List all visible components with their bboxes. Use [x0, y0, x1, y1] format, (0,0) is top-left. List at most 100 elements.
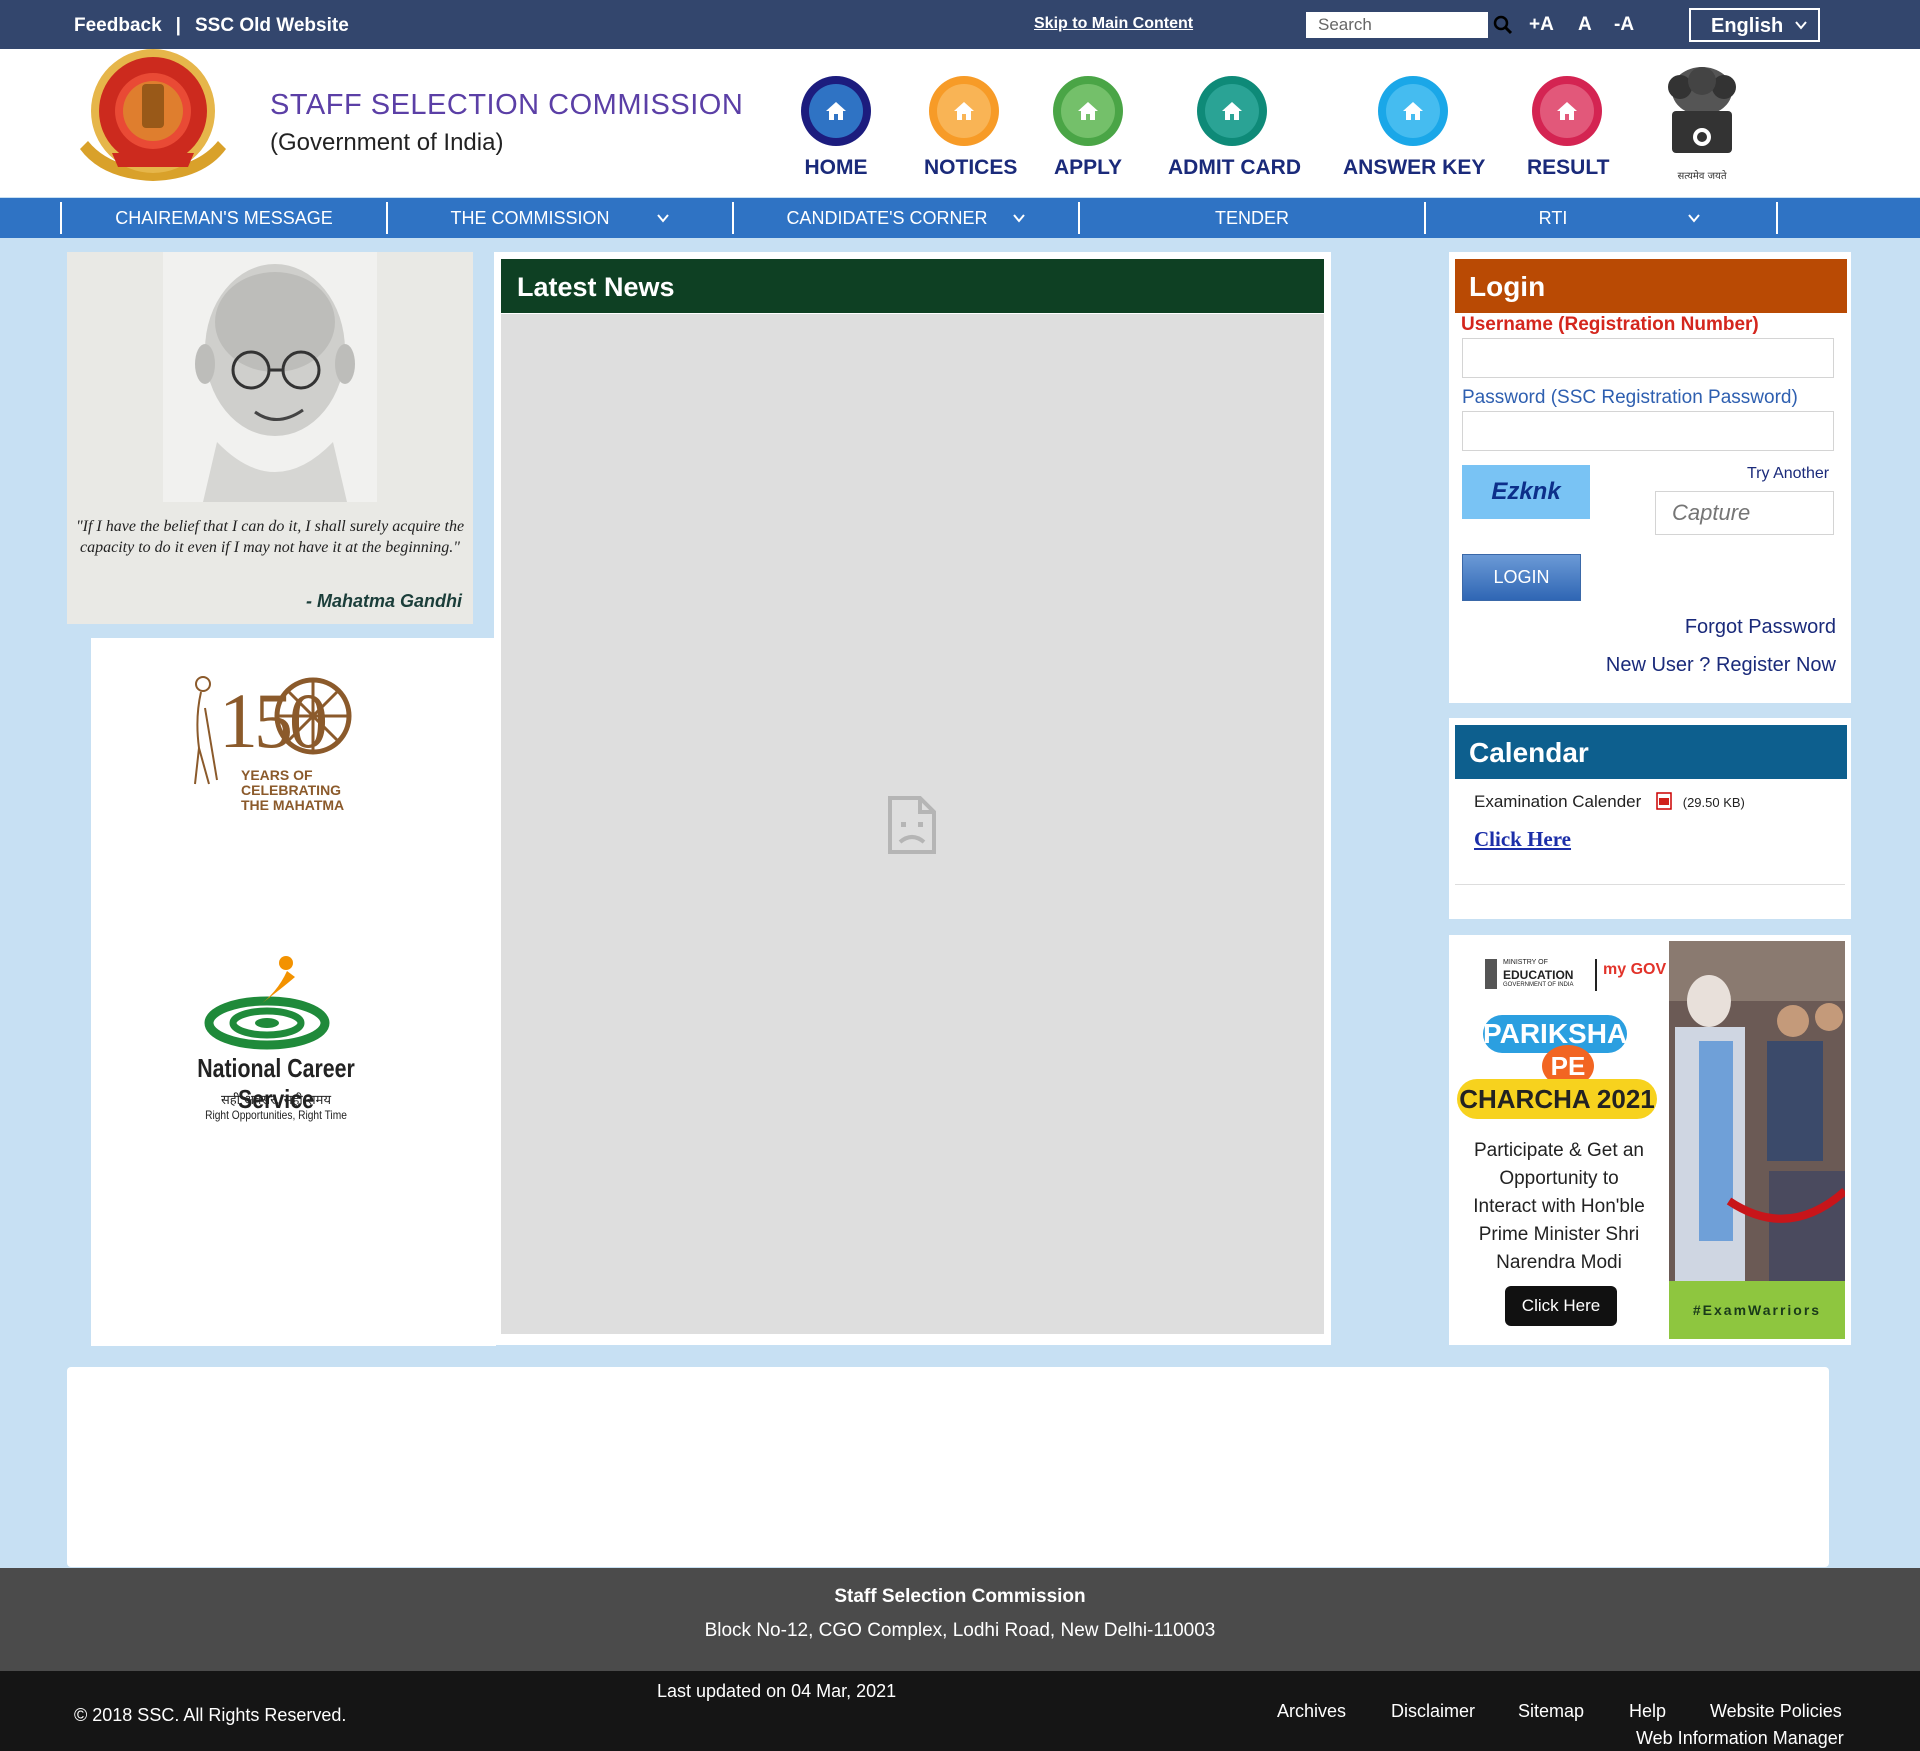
- try-another-link[interactable]: Try Another: [1747, 465, 1829, 483]
- username-input[interactable]: [1462, 338, 1834, 378]
- feedback-link[interactable]: Feedback: [74, 15, 162, 37]
- exam-warriors-tag: #ExamWarriors: [1669, 1281, 1845, 1339]
- chevron-down-icon: [1688, 214, 1701, 223]
- nav-admit-card[interactable]: ADMIT CARD: [1168, 76, 1301, 180]
- search-input[interactable]: [1306, 12, 1488, 38]
- calendar-panel: Calendar Examination Calender (29.50 KB)…: [1449, 718, 1851, 919]
- footer-link-website-policies[interactable]: Website Policies: [1710, 1701, 1842, 1722]
- nav-chairman-message[interactable]: CHAIREMAN'S MESSAGE: [62, 198, 386, 238]
- ministry-emblem-icon: [1485, 959, 1497, 989]
- register-link[interactable]: New User ? Register Now: [1606, 654, 1836, 677]
- calendar-title: Calendar: [1469, 737, 1589, 768]
- password-input[interactable]: [1462, 411, 1834, 451]
- nav-result[interactable]: RESULT: [1527, 76, 1609, 180]
- footer-link-archives[interactable]: Archives: [1277, 1701, 1346, 1722]
- gandhi-quote-author: - Mahatma Gandhi: [306, 591, 463, 611]
- pdf-icon: [1656, 792, 1672, 810]
- promo-photo-graphic: [1669, 941, 1848, 1281]
- calendar-header: Calendar: [1455, 725, 1847, 779]
- font-normal-button[interactable]: A: [1578, 14, 1592, 36]
- promo-body: Participate & Get an Opportunity to Inte…: [1473, 1140, 1645, 1273]
- font-increase-button[interactable]: +A: [1529, 14, 1554, 36]
- home-ring: [801, 76, 871, 146]
- nav-apply-label: APPLY: [1053, 156, 1123, 179]
- pariksha-pe-charcha-banner[interactable]: MINISTRY OF EDUCATION GOVERNMENT OF INDI…: [1449, 935, 1851, 1345]
- calendar-file-size: (29.50 KB): [1682, 795, 1745, 810]
- house-icon: [954, 102, 974, 120]
- latest-news-frame[interactable]: [501, 314, 1324, 1334]
- nav-admit-card-label: ADMIT CARD: [1168, 156, 1301, 179]
- gandhi-quote: "If I have the belief that I can do it, …: [75, 518, 465, 556]
- nav-rti-label: RTI: [1538, 207, 1568, 228]
- footer-bottom: © 2018 SSC. All Rights Reserved. Last up…: [0, 1671, 1920, 1751]
- login-title: Login: [1469, 271, 1546, 302]
- search-icon[interactable]: [1493, 15, 1513, 35]
- apply-ring: [1053, 76, 1123, 146]
- logo-divider: [1595, 959, 1597, 991]
- nav-home[interactable]: HOME: [801, 76, 871, 180]
- chevron-down-icon: [1012, 214, 1025, 223]
- footer-link-help[interactable]: Help: [1629, 1701, 1666, 1722]
- promo-click-here-button[interactable]: Click Here: [1505, 1286, 1617, 1326]
- forgot-password-link[interactable]: Forgot Password: [1685, 616, 1836, 639]
- nav-apply[interactable]: APPLY: [1053, 76, 1123, 180]
- footer-link-web-information-manager[interactable]: Web Information Manager: [1636, 1728, 1844, 1749]
- nav-answer-key-label: ANSWER KEY: [1343, 156, 1486, 179]
- gandhi-150-banner[interactable]: 150 YEARS OF CELEBRATING THE MAHATMA: [191, 668, 411, 818]
- gandhi-150-caption: YEARS OF CELEBRATING THE MAHATMA: [241, 768, 344, 813]
- calendar-divider: [1455, 884, 1845, 885]
- nav-rti[interactable]: RTI: [1426, 198, 1776, 238]
- calendar-item: Examination Calender (29.50 KB): [1474, 792, 1745, 812]
- left-banner-box: 150 YEARS OF CELEBRATING THE MAHATMA Nat…: [91, 638, 496, 1346]
- footer-address-text: Block No-12, CGO Complex, Lodhi Road, Ne…: [704, 1620, 1216, 1641]
- gandhi-quote-card: [67, 252, 473, 624]
- ncs-banner[interactable]: National Career Service सही अवसर, सही सम…: [161, 953, 421, 1128]
- nav-the-commission-label: THE COMMISSION: [450, 207, 610, 228]
- nav-candidates-corner-label: CANDIDATE'S CORNER: [786, 207, 988, 228]
- ncs-hindi-tagline: सही अवसर, सही समय: [220, 1093, 331, 1108]
- promo-left-panel: MINISTRY OF EDUCATION GOVERNMENT OF INDI…: [1455, 941, 1671, 1339]
- nav-the-commission[interactable]: THE COMMISSION: [388, 198, 732, 238]
- nav-chairman-message-label: CHAIREMAN'S MESSAGE: [115, 207, 333, 228]
- emblem-caption: सत्यमेव जयते: [1677, 170, 1726, 182]
- admit-card-ring: [1197, 76, 1267, 146]
- nav-tender-label: TENDER: [1214, 207, 1289, 228]
- captcha-input[interactable]: [1655, 491, 1834, 535]
- calendar-item-label: Examination Calender: [1474, 792, 1642, 811]
- footer-org-name: Staff Selection Commission: [834, 1586, 1086, 1607]
- gandhi-150-number: 150: [219, 677, 328, 764]
- gandhi-portrait: [163, 252, 377, 502]
- old-website-link[interactable]: SSC Old Website: [195, 15, 349, 37]
- promo-title-3: CHARCHA 2021: [1457, 1079, 1657, 1119]
- top-links: Feedback | SSC Old Website: [74, 15, 349, 37]
- calendar-click-here-link[interactable]: Click Here: [1474, 827, 1571, 852]
- login-button[interactable]: LOGIN: [1462, 554, 1581, 601]
- house-icon: [1557, 102, 1577, 120]
- login-header: Login: [1455, 259, 1847, 313]
- footer-link-disclaimer[interactable]: Disclaimer: [1391, 1701, 1475, 1722]
- nav-notices[interactable]: NOTICES: [924, 76, 1018, 180]
- site-header: STAFF SELECTION COMMISSION (Government o…: [0, 49, 1920, 197]
- house-icon: [1403, 102, 1423, 120]
- footer-link-sitemap[interactable]: Sitemap: [1518, 1701, 1584, 1722]
- house-icon: [826, 102, 846, 120]
- gandhi-150-line-2: CELEBRATING: [241, 782, 342, 798]
- latest-news-panel: Latest News: [494, 252, 1331, 1345]
- ministry-small-label: MINISTRY OF: [1503, 959, 1548, 966]
- skip-to-content-link[interactable]: Skip to Main Content: [1034, 15, 1193, 33]
- nav-answer-key[interactable]: ANSWER KEY: [1343, 76, 1486, 180]
- nav-home-label: HOME: [804, 156, 868, 179]
- captcha-image: Ezknk: [1462, 465, 1590, 519]
- language-select[interactable]: English: [1689, 8, 1820, 42]
- username-label: Username (Registration Number): [1461, 314, 1759, 335]
- font-decrease-button[interactable]: -A: [1614, 14, 1634, 36]
- org-subtitle: (Government of India): [270, 129, 504, 156]
- apply-icon: [1061, 84, 1115, 138]
- result-ring: [1532, 76, 1602, 146]
- house-icon: [1222, 102, 1242, 120]
- nav-candidates-corner[interactable]: CANDIDATE'S CORNER: [734, 198, 1078, 238]
- nav-tender[interactable]: TENDER: [1080, 198, 1424, 238]
- nav-notices-label: NOTICES: [924, 156, 1018, 179]
- result-icon: [1540, 84, 1594, 138]
- ssc-logo[interactable]: [72, 49, 234, 185]
